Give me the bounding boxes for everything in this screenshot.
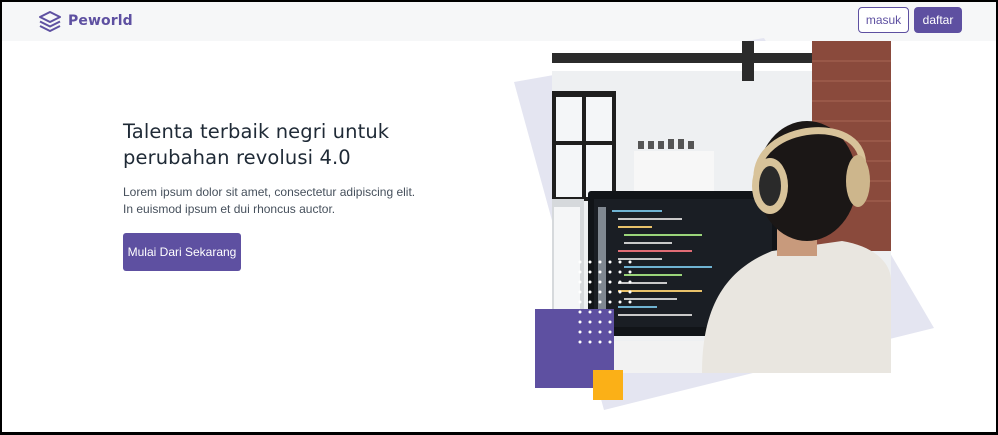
login-button[interactable]: masuk	[858, 7, 909, 33]
navbar: Peworld masuk daftar	[2, 2, 996, 41]
logo[interactable]: Peworld	[38, 10, 133, 32]
dot-pattern	[578, 260, 632, 344]
yellow-accent-square	[593, 370, 623, 400]
page: Peworld masuk daftar Talenta terbaik neg…	[2, 2, 996, 432]
hero-description: Lorem ipsum dolor sit amet, consectetur …	[123, 185, 416, 216]
hero-title: Talenta terbaik negri untuk perubahan re…	[123, 120, 390, 169]
brand-name: Peworld	[68, 13, 133, 29]
get-started-button[interactable]: Mulai Dari Sekarang	[123, 233, 241, 271]
register-button[interactable]: daftar	[914, 7, 962, 33]
layers-icon	[38, 10, 62, 32]
